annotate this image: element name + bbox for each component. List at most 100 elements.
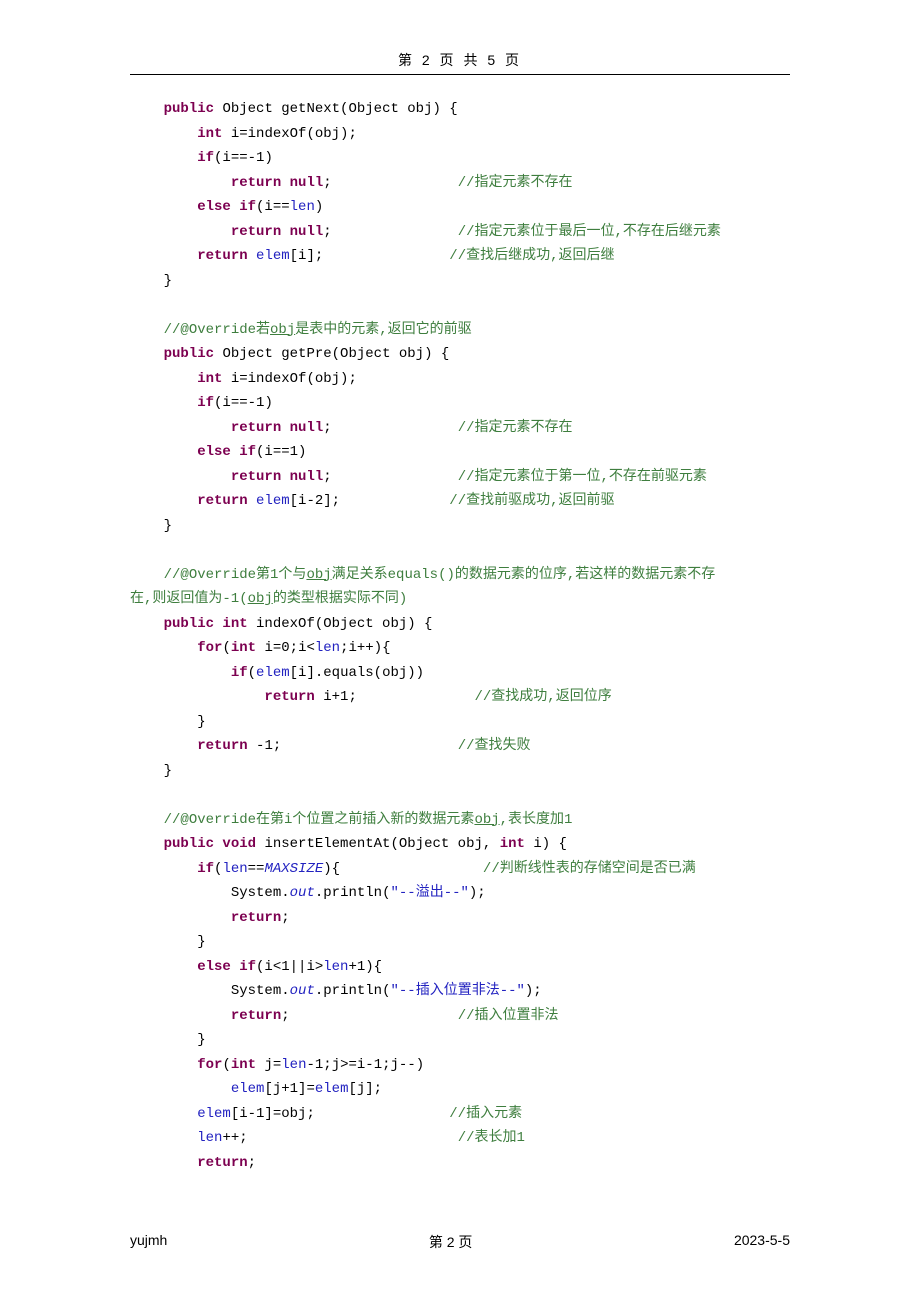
kw-if: if: [197, 395, 214, 411]
string: "--插入位置非法--": [390, 983, 524, 999]
comment: //查找后继成功,返回后继: [449, 248, 614, 264]
member: elem: [231, 1081, 265, 1097]
kw-return: return: [197, 738, 247, 754]
footer-right: 2023-5-5: [734, 1232, 790, 1252]
kw-return: return: [231, 1008, 281, 1024]
kw-int: int: [231, 1057, 256, 1073]
comment: 是表中的元素,返回它的前驱: [295, 322, 471, 338]
code-text: [i];: [290, 248, 324, 264]
kw-public: public: [164, 346, 214, 362]
code-text: (i==-1): [214, 150, 273, 166]
code-text: +1){: [348, 959, 382, 975]
kw-return: return: [264, 689, 314, 705]
kw-public-void: public void: [164, 836, 256, 852]
kw-return-null: return null: [231, 469, 323, 485]
code-text: ;: [281, 1008, 289, 1024]
member: elem: [256, 665, 290, 681]
kw-return-null: return null: [231, 175, 323, 191]
kw-return: return: [231, 910, 281, 926]
comment: //指定元素不存在: [458, 420, 573, 436]
code-text: ;: [323, 224, 331, 240]
code-text: ==: [248, 861, 265, 877]
comment: //查找前驱成功,返回前驱: [449, 493, 614, 509]
comment: //@Override在第i个位置之前插入新的数据元素: [164, 812, 475, 828]
code-text: }: [164, 273, 172, 289]
code-text: ;: [248, 1155, 256, 1171]
code-text: [i].equals(obj)): [290, 665, 424, 681]
comment: ,表长度加1: [500, 812, 573, 828]
code-text: (: [248, 665, 256, 681]
kw-if: if: [197, 150, 214, 166]
comment: //判断线性表的存储空间是否已满: [483, 861, 696, 877]
code-text: System.: [231, 885, 290, 901]
code-text: ;i++){: [340, 640, 390, 656]
comment: //@Override若: [164, 322, 270, 338]
code-text: (i==-1): [214, 395, 273, 411]
comment: //指定元素不存在: [458, 175, 573, 191]
code-text: [j];: [348, 1081, 382, 1097]
code-text: (: [222, 640, 230, 656]
code-text: [i-2];: [290, 493, 340, 509]
code-text: }: [197, 714, 205, 730]
kw-return: return: [197, 248, 247, 264]
comment: //插入元素: [449, 1106, 522, 1122]
code-text: indexOf(Object obj) {: [256, 616, 432, 632]
footer-left: yujmh: [130, 1232, 167, 1252]
kw-for: for: [197, 1057, 222, 1073]
code-text: ++;: [222, 1130, 247, 1146]
kw-else-if: else if: [197, 959, 256, 975]
comment-underline: obj: [270, 322, 295, 338]
code-text: ;: [281, 910, 289, 926]
code-text: i=indexOf(obj);: [231, 126, 357, 142]
code-text: }: [164, 518, 172, 534]
page-footer: yujmh 第 2 页 2023-5-5: [130, 1232, 790, 1252]
code-text: }: [197, 934, 205, 950]
comment-underline: obj: [248, 591, 273, 607]
member: len: [290, 199, 315, 215]
member: elem: [315, 1081, 349, 1097]
comment: //表长加1: [458, 1130, 525, 1146]
code-text: Object getNext(Object obj) {: [222, 101, 457, 117]
code-text: -1;j>=i-1;j--): [307, 1057, 425, 1073]
member: elem: [197, 1106, 231, 1122]
kw-return-null: return null: [231, 420, 323, 436]
code-text: .println(: [315, 885, 391, 901]
page-header: 第 2 页 共 5 页: [130, 50, 790, 75]
member: len: [197, 1130, 222, 1146]
code-text: ): [315, 199, 323, 215]
code-text: (: [222, 1057, 230, 1073]
kw-else-if: else if: [197, 199, 256, 215]
code-text: }: [197, 1032, 205, 1048]
code-text: ){: [323, 861, 340, 877]
kw-for: for: [197, 640, 222, 656]
member: len: [323, 959, 348, 975]
comment: //指定元素位于第一位,不存在前驱元素: [458, 469, 707, 485]
kw-return: return: [197, 493, 247, 509]
code-text: Object getPre(Object obj) {: [222, 346, 449, 362]
code-text: ;: [323, 420, 331, 436]
code-text: ;: [323, 175, 331, 191]
kw-if: if: [231, 665, 248, 681]
kw-int: int: [500, 836, 525, 852]
comment: 满足关系equals()的数据元素的位序,若这样的数据元素不存: [332, 567, 716, 583]
kw-public-int: public int: [164, 616, 248, 632]
code-text: );: [469, 885, 486, 901]
code-text: i=indexOf(obj);: [231, 371, 357, 387]
code-text: i) {: [533, 836, 567, 852]
kw-return: return: [197, 1155, 247, 1171]
code-text: insertElementAt(Object obj,: [264, 836, 491, 852]
member: elem: [256, 493, 290, 509]
static: out: [290, 885, 315, 901]
code-text: [i-1]=obj;: [231, 1106, 315, 1122]
code-text: ;: [323, 469, 331, 485]
kw-int: int: [197, 126, 222, 142]
comment-underline: obj: [306, 567, 331, 583]
member: elem: [256, 248, 290, 264]
kw-int: int: [197, 371, 222, 387]
comment: //查找失败: [458, 738, 531, 754]
code-text: System.: [231, 983, 290, 999]
code-text: [j+1]=: [264, 1081, 314, 1097]
static: MAXSIZE: [264, 861, 323, 877]
comment: 在,则返回值为-1(: [130, 591, 248, 607]
code-text: .println(: [315, 983, 391, 999]
